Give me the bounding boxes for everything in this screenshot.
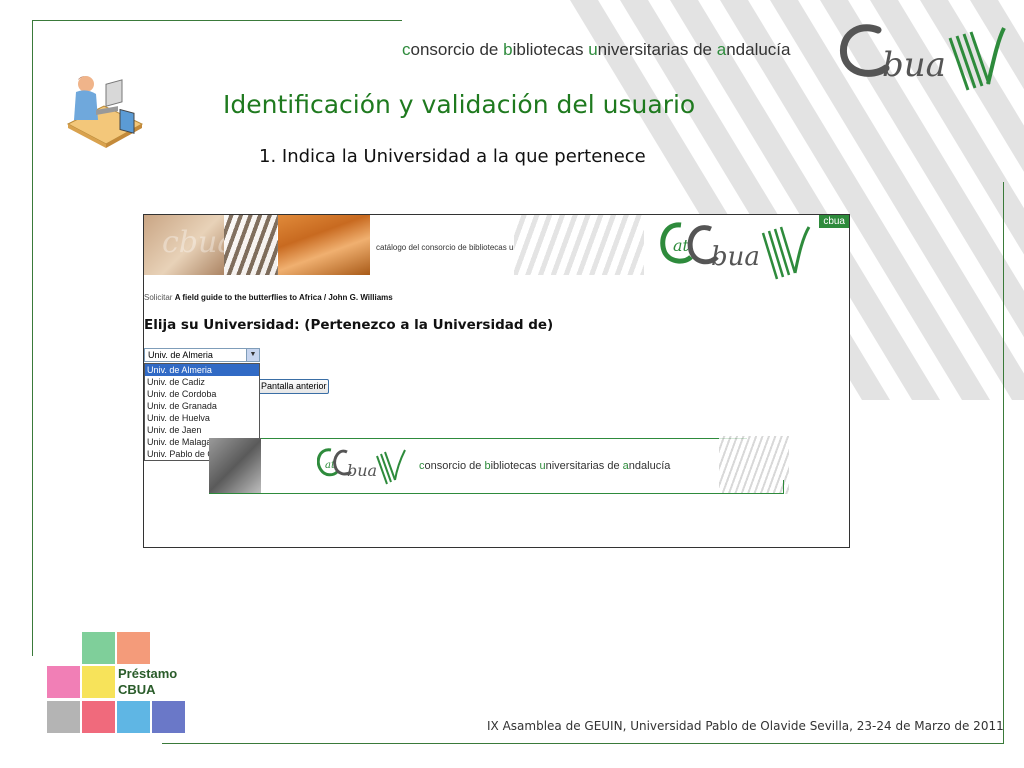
- slide-title: Identificación y validación del usuario: [223, 90, 696, 119]
- solicitar-line: Solicitar A field guide to the butterfli…: [144, 293, 393, 302]
- color-square-3: [47, 666, 80, 698]
- svg-text:bua: bua: [882, 45, 946, 85]
- footer-banner-photo: [209, 438, 261, 494]
- color-square-4: [82, 666, 115, 698]
- highlight-initial: a: [716, 40, 727, 59]
- catcbua-footer-logo: at bua: [317, 448, 406, 485]
- cbua-logo: bua: [839, 24, 1006, 91]
- university-select[interactable]: Univ. de Almeria ▼: [144, 348, 260, 362]
- color-square-8: [152, 701, 185, 733]
- step-instruction: 1. Indica la Universidad a la que perten…: [259, 146, 646, 167]
- university-option[interactable]: Univ. de Almeria: [145, 364, 259, 376]
- prestamo-line1: Préstamo: [118, 666, 178, 681]
- consorcio-header-text: consorcio de bibliotecas universitarias …: [402, 40, 790, 60]
- text-segment: onsorcio de: [424, 460, 485, 472]
- color-square-5: [47, 701, 80, 733]
- university-option[interactable]: Univ. de Cordoba: [145, 388, 259, 400]
- prestamo-line2: CBUA: [118, 682, 156, 697]
- frame-line-bottom: [162, 743, 1004, 744]
- color-square-1: [82, 632, 115, 664]
- color-square-7: [117, 701, 150, 733]
- text-segment: ndalucía: [628, 460, 671, 472]
- text-segment: niversitarias de: [545, 460, 623, 472]
- color-square-6: [82, 701, 115, 733]
- catalog-footer-banner: at bua consorcio de bibliotecas universi…: [209, 436, 789, 494]
- svg-text:bua: bua: [711, 242, 760, 272]
- text-segment: ibliotecas: [490, 460, 540, 472]
- footer-banner-line-right: [783, 480, 784, 494]
- text-segment: niversitarias de: [597, 40, 717, 59]
- banner-stripes-left: [224, 215, 278, 275]
- user-computer-icon: [66, 76, 144, 148]
- footer-banner-stripes: [719, 436, 789, 494]
- university-option[interactable]: Univ. de Cadiz: [145, 376, 259, 388]
- frame-line-right: [1003, 182, 1004, 744]
- banner-photo-open-book: [278, 215, 370, 275]
- university-option[interactable]: Univ. de Jaen: [145, 424, 259, 436]
- catalog-banner: cbua catálogo del consorcio de bibliotec…: [144, 215, 849, 280]
- frame-line-top: [32, 20, 402, 21]
- cbua-tag: cbua: [819, 215, 849, 228]
- highlight-initial: b: [503, 40, 513, 59]
- frame-line-left: [32, 20, 33, 656]
- back-button[interactable]: Pantalla anterior: [257, 379, 329, 394]
- catalog-screenshot: cbua catálogo del consorcio de bibliotec…: [143, 214, 850, 548]
- university-option[interactable]: Univ. de Huelva: [145, 412, 259, 424]
- back-button-label: Pantalla anterior: [261, 381, 327, 391]
- solicitar-label: Solicitar: [144, 293, 173, 302]
- text-segment: ibliotecas: [512, 40, 589, 59]
- banner-stripes-right: [514, 215, 644, 275]
- university-heading: Elija su Universidad: (Pertenezco a la U…: [144, 317, 554, 333]
- catcbua-logo: at bua: [660, 222, 811, 280]
- university-option[interactable]: Univ. de Granada: [145, 400, 259, 412]
- text-segment: ndalucía: [726, 40, 791, 59]
- highlight-initial: c: [402, 40, 411, 59]
- footer-banner-line-top: [261, 438, 747, 439]
- footer-banner-line-bottom: [209, 493, 784, 494]
- solicitar-title: A field guide to the butterflies to Afri…: [174, 293, 393, 302]
- chevron-down-icon[interactable]: ▼: [246, 349, 259, 361]
- prestamo-label: Préstamo CBUA: [118, 666, 177, 698]
- svg-text:at: at: [673, 236, 690, 255]
- svg-text:bua: bua: [347, 461, 377, 480]
- footer-event-text: IX Asamblea de GEUIN, Universidad Pablo …: [487, 719, 1004, 733]
- footer-banner-text: consorcio de bibliotecas universitarias …: [419, 460, 670, 472]
- color-square-2: [117, 632, 150, 664]
- university-select-value: Univ. de Almeria: [148, 350, 213, 360]
- text-segment: onsorcio de: [410, 40, 504, 59]
- highlight-initial: u: [588, 40, 598, 59]
